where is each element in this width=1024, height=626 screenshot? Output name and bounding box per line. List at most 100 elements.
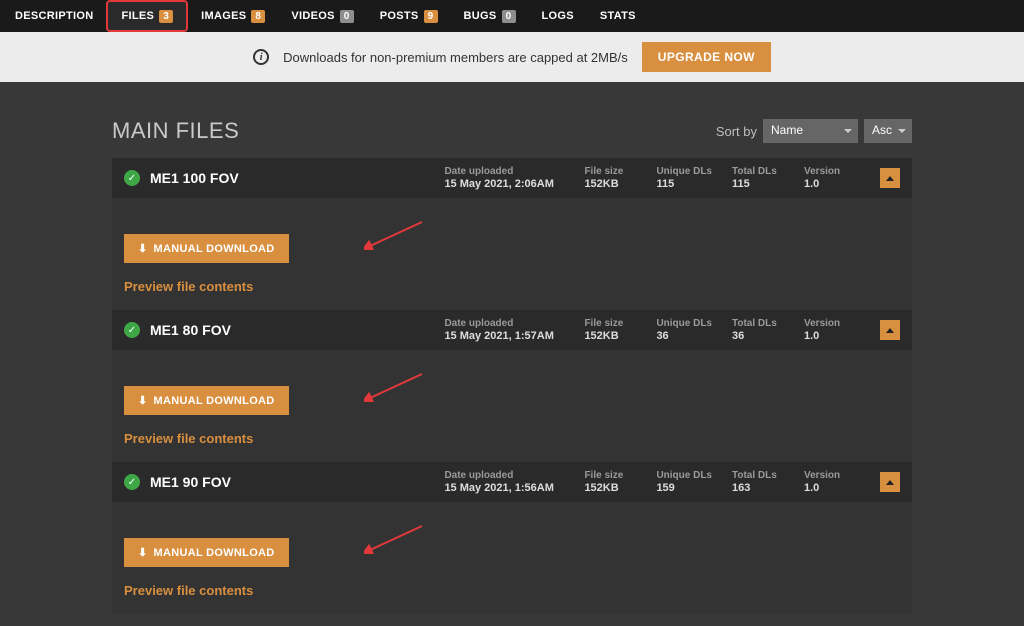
meta-label: File size: [584, 166, 636, 177]
file-row: ✓ME1 90 FOVDate uploaded15 May 2021, 1:5…: [112, 462, 912, 614]
meta-label: Total DLs: [732, 318, 784, 329]
check-icon: ✓: [124, 322, 140, 338]
meta-total: Total DLs36: [732, 318, 784, 342]
meta-size: File size152KB: [584, 166, 636, 190]
meta-version: Version1.0: [804, 166, 856, 190]
meta-unique: Unique DLs159: [656, 470, 712, 494]
meta-label: File size: [584, 318, 636, 329]
meta-value: 152KB: [584, 482, 636, 494]
tab-posts[interactable]: POSTS 9: [367, 0, 451, 32]
tab-count-badge: 0: [340, 10, 354, 23]
download-label: MANUAL DOWNLOAD: [154, 395, 275, 407]
meta-label: Version: [804, 470, 856, 481]
meta-label: Total DLs: [732, 470, 784, 481]
upgrade-banner: i Downloads for non-premium members are …: [0, 32, 1024, 82]
meta-value: 163: [732, 482, 784, 494]
tab-bar: DESCRIPTION FILES3 IMAGES 8 VIDEOS 0 POSTS 9 BUG…: [0, 0, 1024, 32]
meta-date: Date uploaded15 May 2021, 1:56AM: [444, 470, 564, 494]
download-icon: [138, 546, 148, 559]
meta-label: Date uploaded: [444, 166, 564, 177]
tab-description[interactable]: DESCRIPTION: [2, 0, 106, 32]
sort-direction-select[interactable]: Asc: [864, 119, 912, 143]
annotation-arrow: [364, 524, 424, 554]
tab-bugs[interactable]: BUGS0: [451, 0, 529, 32]
check-icon: ✓: [124, 170, 140, 186]
meta-value: 36: [732, 330, 784, 342]
tab-count-badge: 9: [424, 10, 438, 23]
file-body: MANUAL DOWNLOAD Preview file contents: [112, 502, 912, 614]
manual-download-button[interactable]: MANUAL DOWNLOAD: [124, 538, 289, 567]
tab-label: LOGS: [542, 10, 574, 22]
meta-label: Total DLs: [732, 166, 784, 177]
tab-label: STATS: [600, 10, 636, 22]
collapse-button[interactable]: [880, 168, 900, 188]
tab-files[interactable]: FILES3: [106, 0, 188, 32]
file-body: MANUAL DOWNLOAD Preview file contents: [112, 198, 912, 310]
collapse-button[interactable]: [880, 472, 900, 492]
meta-value: 152KB: [584, 178, 636, 190]
info-icon: i: [253, 49, 269, 65]
tab-label: POSTS: [380, 10, 419, 22]
file-header: ✓ ME1 80 FOV Date uploaded15 May 2021, 1:5…: [112, 310, 912, 350]
manual-download-button[interactable]: MANUAL DOWNLOAD: [124, 386, 289, 415]
manual-download-button[interactable]: MANUAL DOWNLOAD: [124, 234, 289, 263]
meta-total: Total DLs163: [732, 470, 784, 494]
meta-size: File size152KB: [584, 318, 636, 342]
collapse-button[interactable]: [880, 320, 900, 340]
tab-count-badge: 8: [251, 10, 265, 23]
meta-label: Date uploaded: [444, 470, 564, 481]
sort-field-select[interactable]: Name: [763, 119, 858, 143]
meta-label: Version: [804, 166, 856, 177]
file-header: ✓ME1 90 FOVDate uploaded15 May 2021, 1:5…: [112, 462, 912, 502]
meta-value: 1.0: [804, 330, 856, 342]
tab-label: IMAGES: [201, 10, 246, 22]
meta-value: 1.0: [804, 482, 856, 494]
meta-label: File size: [584, 470, 636, 481]
download-label: MANUAL DOWNLOAD: [154, 547, 275, 559]
file-header: ✓ ME1 100 FOV Date uploaded15 May 2021, 2:…: [112, 158, 912, 198]
file-row: ✓ ME1 100 FOV Date uploaded15 May 2021, 2:…: [112, 158, 912, 310]
banner-message: Downloads for non-premium members are ca…: [283, 50, 628, 65]
annotation-arrow: [364, 372, 424, 402]
meta-value: 15 May 2021, 2:06AM: [444, 178, 564, 190]
preview-file-contents-link[interactable]: Preview file contents: [124, 279, 900, 294]
meta-date: Date uploaded15 May 2021, 1:57AM: [444, 318, 564, 342]
upgrade-button[interactable]: UPGRADE NOW: [642, 42, 771, 72]
download-icon: [138, 242, 148, 255]
sort-controls: Sort by Name Asc: [716, 119, 912, 143]
meta-value: 15 May 2021, 1:57AM: [444, 330, 564, 342]
tab-stats[interactable]: STATS: [587, 0, 649, 32]
tab-videos[interactable]: VIDEOS 0: [278, 0, 366, 32]
tab-images[interactable]: IMAGES 8: [188, 0, 278, 32]
meta-value: 115: [732, 178, 784, 190]
meta-label: Unique DLs: [656, 470, 712, 481]
file-name: ME1 80 FOV: [150, 322, 434, 338]
meta-value: 152KB: [584, 330, 636, 342]
meta-unique: Unique DLs36: [656, 318, 712, 342]
meta-value: 15 May 2021, 1:56AM: [444, 482, 564, 494]
file-name: ME1 100 FOV: [150, 170, 434, 186]
meta-version: Version1.0: [804, 318, 856, 342]
meta-size: File size152KB: [584, 470, 636, 494]
meta-value: 159: [656, 482, 712, 494]
tab-count-badge: 3: [159, 10, 173, 23]
meta-label: Version: [804, 318, 856, 329]
file-row: ✓ ME1 80 FOV Date uploaded15 May 2021, 1:5…: [112, 310, 912, 462]
tab-label: DESCRIPTION: [15, 10, 93, 22]
preview-file-contents-link[interactable]: Preview file contents: [124, 431, 900, 446]
check-icon: ✓: [124, 474, 140, 490]
sort-label: Sort by: [716, 124, 757, 139]
preview-file-contents-link[interactable]: Preview file contents: [124, 583, 900, 598]
meta-value: 1.0: [804, 178, 856, 190]
meta-total: Total DLs115: [732, 166, 784, 190]
meta-date: Date uploaded15 May 2021, 2:06AM: [444, 166, 564, 190]
section-title: MAIN FILES: [112, 118, 239, 144]
tab-count-badge: 0: [502, 10, 516, 23]
tab-logs[interactable]: LOGS: [529, 0, 587, 32]
download-icon: [138, 394, 148, 407]
meta-value: 115: [656, 178, 712, 190]
tab-label: VIDEOS: [291, 10, 334, 22]
meta-label: Unique DLs: [656, 166, 712, 177]
annotation-arrow: [364, 220, 424, 250]
meta-label: Unique DLs: [656, 318, 712, 329]
